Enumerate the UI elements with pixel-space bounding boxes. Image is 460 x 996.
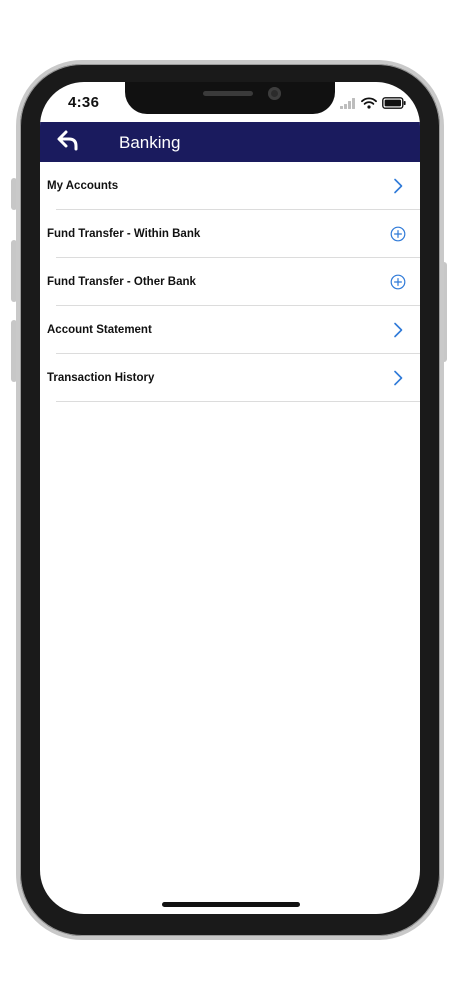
device-stage: 4:36 Banking My Accounts Fund Transfer -… <box>0 0 460 996</box>
banking-menu-list: My Accounts Fund Transfer - Within Bank <box>40 162 420 402</box>
back-button[interactable] <box>54 129 82 155</box>
nav-header: Banking <box>40 122 420 162</box>
plus-circle-icon <box>390 274 406 290</box>
chevron-right-icon <box>390 178 406 194</box>
wifi-icon <box>361 96 377 114</box>
menu-item-label: Fund Transfer - Within Bank <box>47 228 201 240</box>
menu-item-label: Transaction History <box>47 372 155 384</box>
notch <box>125 82 335 114</box>
signal-icon <box>340 96 356 114</box>
chevron-right-icon <box>390 322 406 338</box>
menu-item-transaction-history[interactable]: Transaction History <box>40 354 420 402</box>
battery-icon <box>382 96 406 114</box>
front-camera <box>268 87 281 100</box>
chevron-right-icon <box>390 370 406 386</box>
menu-item-fund-transfer-within-bank[interactable]: Fund Transfer - Within Bank <box>40 210 420 258</box>
menu-item-label: Account Statement <box>47 324 152 336</box>
page-title: Banking <box>119 133 181 152</box>
menu-item-fund-transfer-other-bank[interactable]: Fund Transfer - Other Bank <box>40 258 420 306</box>
speaker-grille <box>203 91 253 96</box>
status-time: 4:36 <box>68 94 100 111</box>
menu-item-my-accounts[interactable]: My Accounts <box>40 162 420 210</box>
menu-item-label: My Accounts <box>47 180 119 192</box>
plus-circle-icon <box>390 226 406 242</box>
menu-item-account-statement[interactable]: Account Statement <box>40 306 420 354</box>
status-icons <box>340 96 406 114</box>
phone-screen: 4:36 Banking My Accounts Fund Transfer -… <box>40 82 420 914</box>
menu-item-label: Fund Transfer - Other Bank <box>47 276 196 288</box>
home-indicator[interactable] <box>162 902 300 907</box>
back-arrow-icon <box>56 129 80 156</box>
